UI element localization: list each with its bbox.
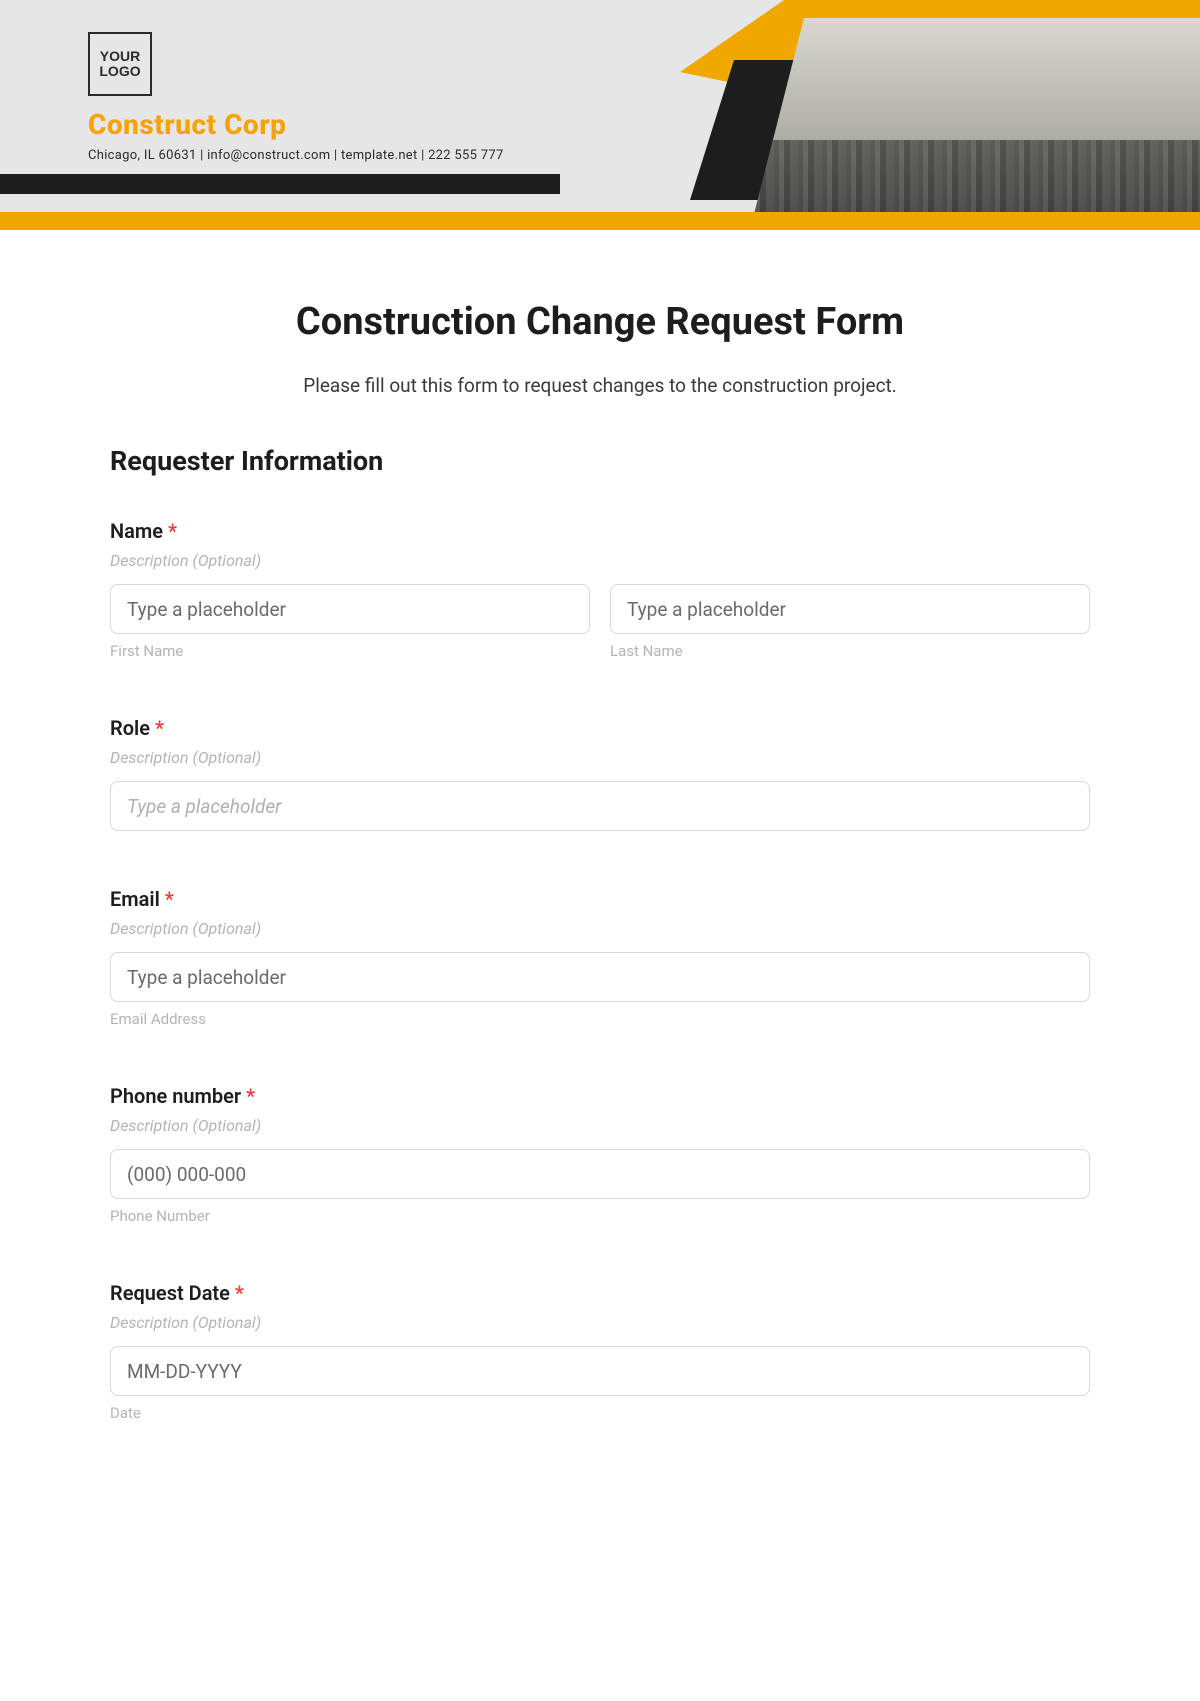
- header-banner: YOUR LOGO Construct Corp Chicago, IL 606…: [0, 0, 1200, 230]
- field-group-name: Name * Description (Optional) First Name…: [110, 519, 1090, 660]
- name-label-text: Name: [110, 519, 163, 543]
- phone-label-text: Phone number: [110, 1084, 241, 1108]
- phone-sublabel: Phone Number: [110, 1207, 1090, 1225]
- field-group-role: Role * Description (Optional): [110, 716, 1090, 831]
- required-star: *: [165, 887, 174, 911]
- name-label: Name *: [110, 519, 1090, 543]
- required-star: *: [168, 519, 177, 543]
- last-name-input[interactable]: [610, 584, 1090, 634]
- role-input[interactable]: [110, 781, 1090, 831]
- field-group-phone: Phone number * Description (Optional) Ph…: [110, 1084, 1090, 1225]
- header-graphic: [680, 0, 1200, 230]
- last-name-sublabel: Last Name: [610, 642, 1090, 660]
- required-star: *: [235, 1281, 244, 1305]
- phone-input[interactable]: [110, 1149, 1090, 1199]
- date-input[interactable]: [110, 1346, 1090, 1396]
- field-group-request-date: Request Date * Description (Optional) Da…: [110, 1281, 1090, 1422]
- field-group-email: Email * Description (Optional) Email Add…: [110, 887, 1090, 1028]
- form-title: Construction Change Request Form: [110, 300, 1090, 344]
- logo-placeholder: YOUR LOGO: [88, 32, 152, 96]
- phone-label: Phone number *: [110, 1084, 1090, 1108]
- logo-text-line2: LOGO: [99, 64, 140, 79]
- role-label-text: Role: [110, 716, 150, 740]
- form-container: Construction Change Request Form Please …: [0, 230, 1200, 1518]
- first-name-sublabel: First Name: [110, 642, 590, 660]
- email-input[interactable]: [110, 952, 1090, 1002]
- email-sublabel: Email Address: [110, 1010, 1090, 1028]
- email-label: Email *: [110, 887, 1090, 911]
- city-skyline-image: [750, 18, 1200, 230]
- role-label: Role *: [110, 716, 1090, 740]
- contact-info: Chicago, IL 60631 | info@construct.com |…: [88, 148, 504, 163]
- company-name: Construct Corp: [88, 108, 286, 141]
- role-description: Description (Optional): [110, 748, 1090, 767]
- date-label-text: Request Date: [110, 1281, 230, 1305]
- required-star: *: [246, 1084, 255, 1108]
- first-name-input[interactable]: [110, 584, 590, 634]
- section-heading-requester: Requester Information: [110, 445, 1090, 477]
- form-subtitle: Please fill out this form to request cha…: [110, 374, 1090, 397]
- date-sublabel: Date: [110, 1404, 1090, 1422]
- email-label-text: Email: [110, 887, 160, 911]
- email-description: Description (Optional): [110, 919, 1090, 938]
- name-description: Description (Optional): [110, 551, 1090, 570]
- black-stripe: [0, 174, 560, 194]
- date-description: Description (Optional): [110, 1313, 1090, 1332]
- required-star: *: [155, 716, 164, 740]
- logo-text-line1: YOUR: [100, 49, 140, 64]
- yellow-bar: [0, 212, 1200, 230]
- phone-description: Description (Optional): [110, 1116, 1090, 1135]
- date-label: Request Date *: [110, 1281, 1090, 1305]
